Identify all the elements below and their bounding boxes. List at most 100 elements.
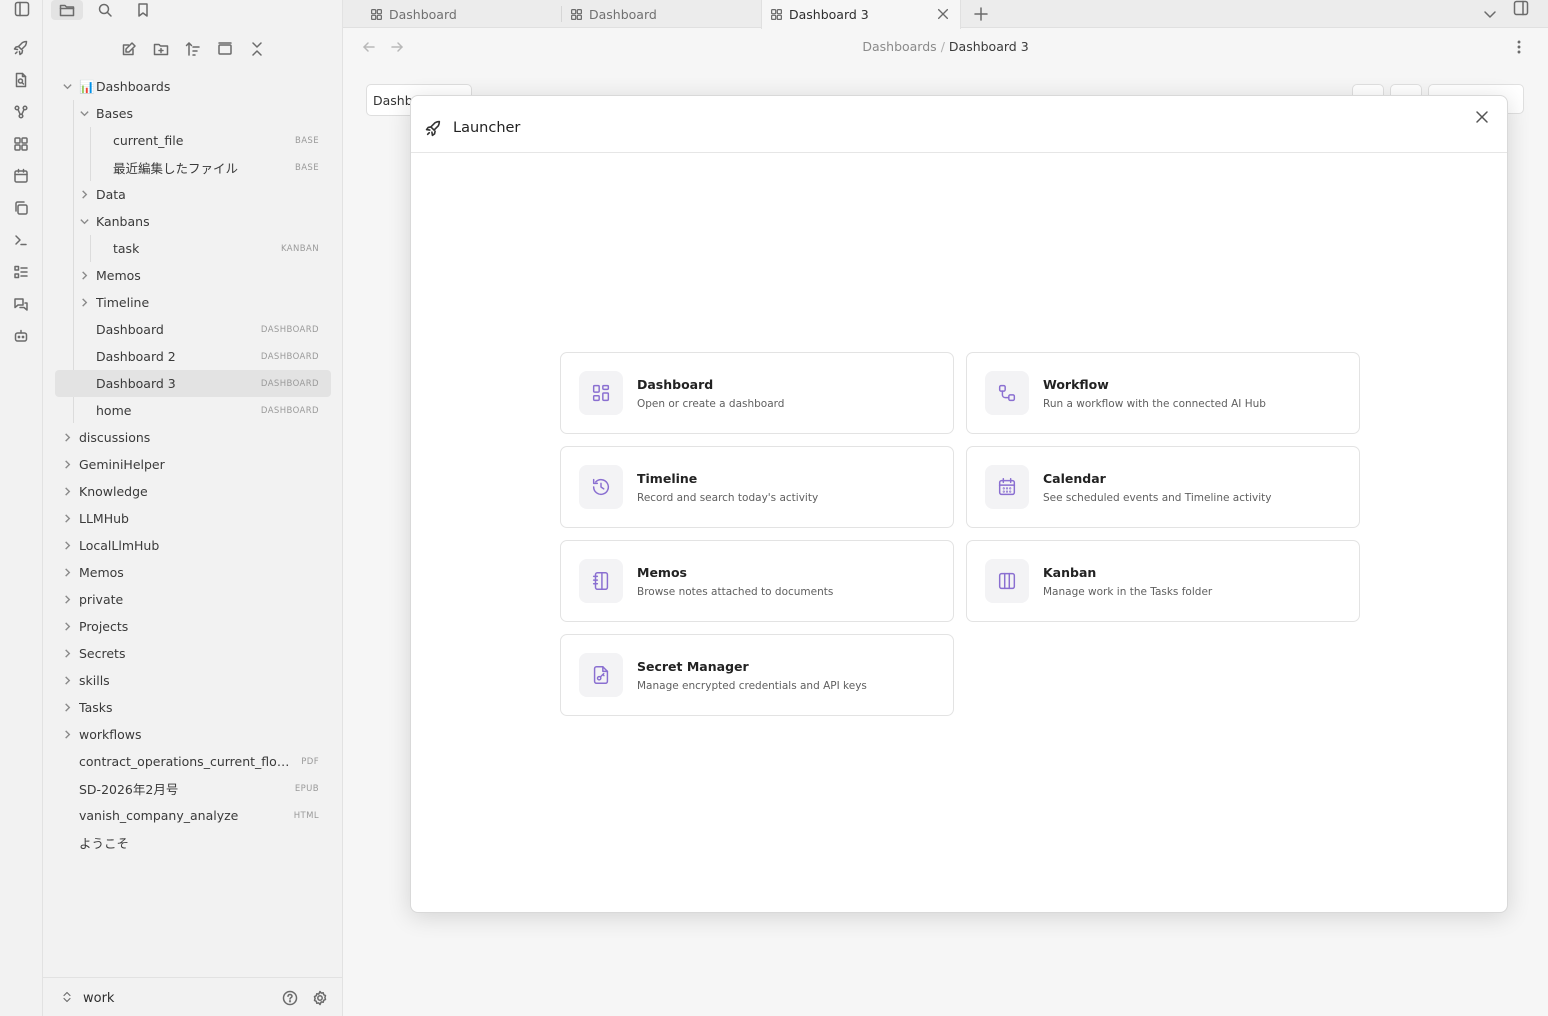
launcher-card-workflow[interactable]: Workflow Run a workflow with the connect… bbox=[966, 352, 1360, 434]
tree-label: Projects bbox=[79, 619, 129, 634]
copy-icon[interactable] bbox=[11, 198, 31, 218]
tree-folder[interactable]: Tasks bbox=[55, 694, 331, 721]
tree-file[interactable]: task KANBAN bbox=[55, 235, 331, 262]
file-search-icon[interactable] bbox=[11, 70, 31, 90]
calendar-icon[interactable] bbox=[11, 166, 31, 186]
notebook-icon bbox=[579, 559, 623, 603]
tree-folder-memos[interactable]: Memos bbox=[55, 262, 331, 289]
tree-file[interactable]: contract_operations_current_flow_sc... P… bbox=[55, 748, 331, 775]
launcher-card-kanban[interactable]: Kanban Manage work in the Tasks folder bbox=[966, 540, 1360, 622]
new-note-icon[interactable] bbox=[118, 38, 140, 60]
card-description: Manage work in the Tasks folder bbox=[1043, 586, 1213, 598]
dashboard-icon bbox=[771, 9, 782, 20]
vault-switcher[interactable]: work bbox=[43, 977, 343, 1016]
terminal-icon[interactable] bbox=[11, 230, 31, 250]
file-type-badge: DASHBOARD bbox=[260, 378, 319, 389]
tree-folder-dashboards[interactable]: 📊 Dashboards bbox=[55, 73, 331, 100]
file-type-badge: EPUB bbox=[294, 783, 319, 794]
tree-label: Knowledge bbox=[79, 484, 148, 499]
tree-file[interactable]: SD-2026年2月号 EPUB bbox=[55, 775, 331, 802]
chevron-right-icon bbox=[61, 513, 73, 525]
file-type-badge: PDF bbox=[301, 756, 319, 767]
tree-file[interactable]: 最近編集したファイル BASE bbox=[55, 154, 331, 181]
chevron-down-icon bbox=[78, 108, 90, 120]
settings-gear-icon[interactable] bbox=[311, 989, 329, 1007]
sort-icon[interactable] bbox=[182, 38, 204, 60]
launcher-modal: Launcher Dashboard Open or create a dash… bbox=[410, 95, 1508, 913]
graph-view-icon[interactable] bbox=[11, 102, 31, 122]
bot-icon[interactable] bbox=[11, 326, 31, 346]
tree-file[interactable]: Dashboard DASHBOARD bbox=[55, 316, 331, 343]
tree-file[interactable]: home DASHBOARD bbox=[55, 397, 331, 424]
tree-label: GeminiHelper bbox=[79, 457, 165, 472]
rocket-icon[interactable] bbox=[11, 38, 31, 58]
auto-reveal-icon[interactable] bbox=[214, 38, 236, 60]
tree-label: discussions bbox=[79, 430, 151, 445]
tree-folder[interactable]: private bbox=[55, 586, 331, 613]
tree-folder[interactable]: discussions bbox=[55, 424, 331, 451]
card-description: See scheduled events and Timeline activi… bbox=[1043, 492, 1272, 504]
new-tab-plus-icon[interactable] bbox=[973, 6, 989, 26]
chevron-right-icon bbox=[61, 432, 73, 444]
tree-folder-timeline[interactable]: Timeline bbox=[55, 289, 331, 316]
close-tab-icon[interactable] bbox=[936, 7, 950, 24]
breadcrumb-current[interactable]: Dashboard 3 bbox=[949, 39, 1029, 54]
tree-file[interactable]: Dashboard 2 DASHBOARD bbox=[55, 343, 331, 370]
more-options-icon[interactable] bbox=[1511, 39, 1527, 59]
chevron-right-icon bbox=[78, 297, 90, 309]
close-icon[interactable] bbox=[1471, 106, 1493, 128]
tree-file[interactable]: ようこそ bbox=[55, 829, 331, 856]
chevron-right-icon bbox=[78, 189, 90, 201]
launcher-card-calendar[interactable]: Calendar See scheduled events and Timeli… bbox=[966, 446, 1360, 528]
bookmark-icon[interactable] bbox=[127, 0, 159, 20]
launcher-card-dashboard[interactable]: Dashboard Open or create a dashboard bbox=[560, 352, 954, 434]
tree-label: skills bbox=[79, 673, 110, 688]
card-description: Run a workflow with the connected AI Hub bbox=[1043, 398, 1266, 410]
launcher-card-memos[interactable]: Memos Browse notes attached to documents bbox=[560, 540, 954, 622]
chevron-right-icon bbox=[61, 594, 73, 606]
search-icon[interactable] bbox=[89, 0, 121, 20]
tree-folder[interactable]: LocalLlmHub bbox=[55, 532, 331, 559]
tree-label: current_file bbox=[113, 133, 184, 148]
tree-label: Bases bbox=[96, 106, 133, 121]
card-title: Kanban bbox=[1043, 565, 1097, 580]
file-tree: 📊 Dashboards Bases current_file BASE 最近編… bbox=[55, 73, 331, 856]
tab-dashboard-2[interactable]: Dashboard bbox=[570, 0, 760, 28]
chevron-right-icon bbox=[61, 729, 73, 741]
help-icon[interactable] bbox=[281, 989, 299, 1007]
chevron-down-icon bbox=[78, 216, 90, 228]
card-title: Workflow bbox=[1043, 377, 1109, 392]
tree-file-selected[interactable]: Dashboard 3 DASHBOARD bbox=[55, 370, 331, 397]
sidebar-toggle-icon[interactable] bbox=[11, 0, 33, 18]
tree-folder-kanbans[interactable]: Kanbans bbox=[55, 208, 331, 235]
folder-icon[interactable] bbox=[51, 0, 83, 20]
tree-folder[interactable]: Projects bbox=[55, 613, 331, 640]
dashboard-icon[interactable] bbox=[11, 134, 31, 154]
tab-list-chevron-down-icon[interactable] bbox=[1482, 6, 1498, 26]
tree-file[interactable]: vanish_company_analyze HTML bbox=[55, 802, 331, 829]
tree-folder-data[interactable]: Data bbox=[55, 181, 331, 208]
tree-label: Dashboard 3 bbox=[96, 376, 176, 391]
tree-folder[interactable]: skills bbox=[55, 667, 331, 694]
right-sidebar-toggle-icon[interactable] bbox=[1513, 0, 1529, 20]
tree-folder-bases[interactable]: Bases bbox=[55, 100, 331, 127]
tree-folder[interactable]: workflows bbox=[55, 721, 331, 748]
chat-icon[interactable] bbox=[11, 294, 31, 314]
tree-folder[interactable]: Memos bbox=[55, 559, 331, 586]
tree-folder[interactable]: Secrets bbox=[55, 640, 331, 667]
tree-folder[interactable]: Knowledge bbox=[55, 478, 331, 505]
list-checks-icon[interactable] bbox=[11, 262, 31, 282]
breadcrumb-parent[interactable]: Dashboards bbox=[862, 39, 936, 54]
launcher-card-timeline[interactable]: Timeline Record and search today's activ… bbox=[560, 446, 954, 528]
tree-label: Tasks bbox=[79, 700, 113, 715]
dashboard-icon bbox=[579, 371, 623, 415]
tree-file[interactable]: current_file BASE bbox=[55, 127, 331, 154]
launcher-card-secret-manager[interactable]: Secret Manager Manage encrypted credenti… bbox=[560, 634, 954, 716]
collapse-all-icon[interactable] bbox=[246, 38, 268, 60]
tab-dashboard-3[interactable]: Dashboard 3 bbox=[761, 0, 961, 29]
breadcrumb-separator: / bbox=[940, 39, 945, 54]
tree-folder[interactable]: LLMHub bbox=[55, 505, 331, 532]
tree-folder[interactable]: GeminiHelper bbox=[55, 451, 331, 478]
tab-dashboard[interactable]: Dashboard bbox=[370, 0, 560, 28]
new-folder-icon[interactable] bbox=[150, 38, 172, 60]
